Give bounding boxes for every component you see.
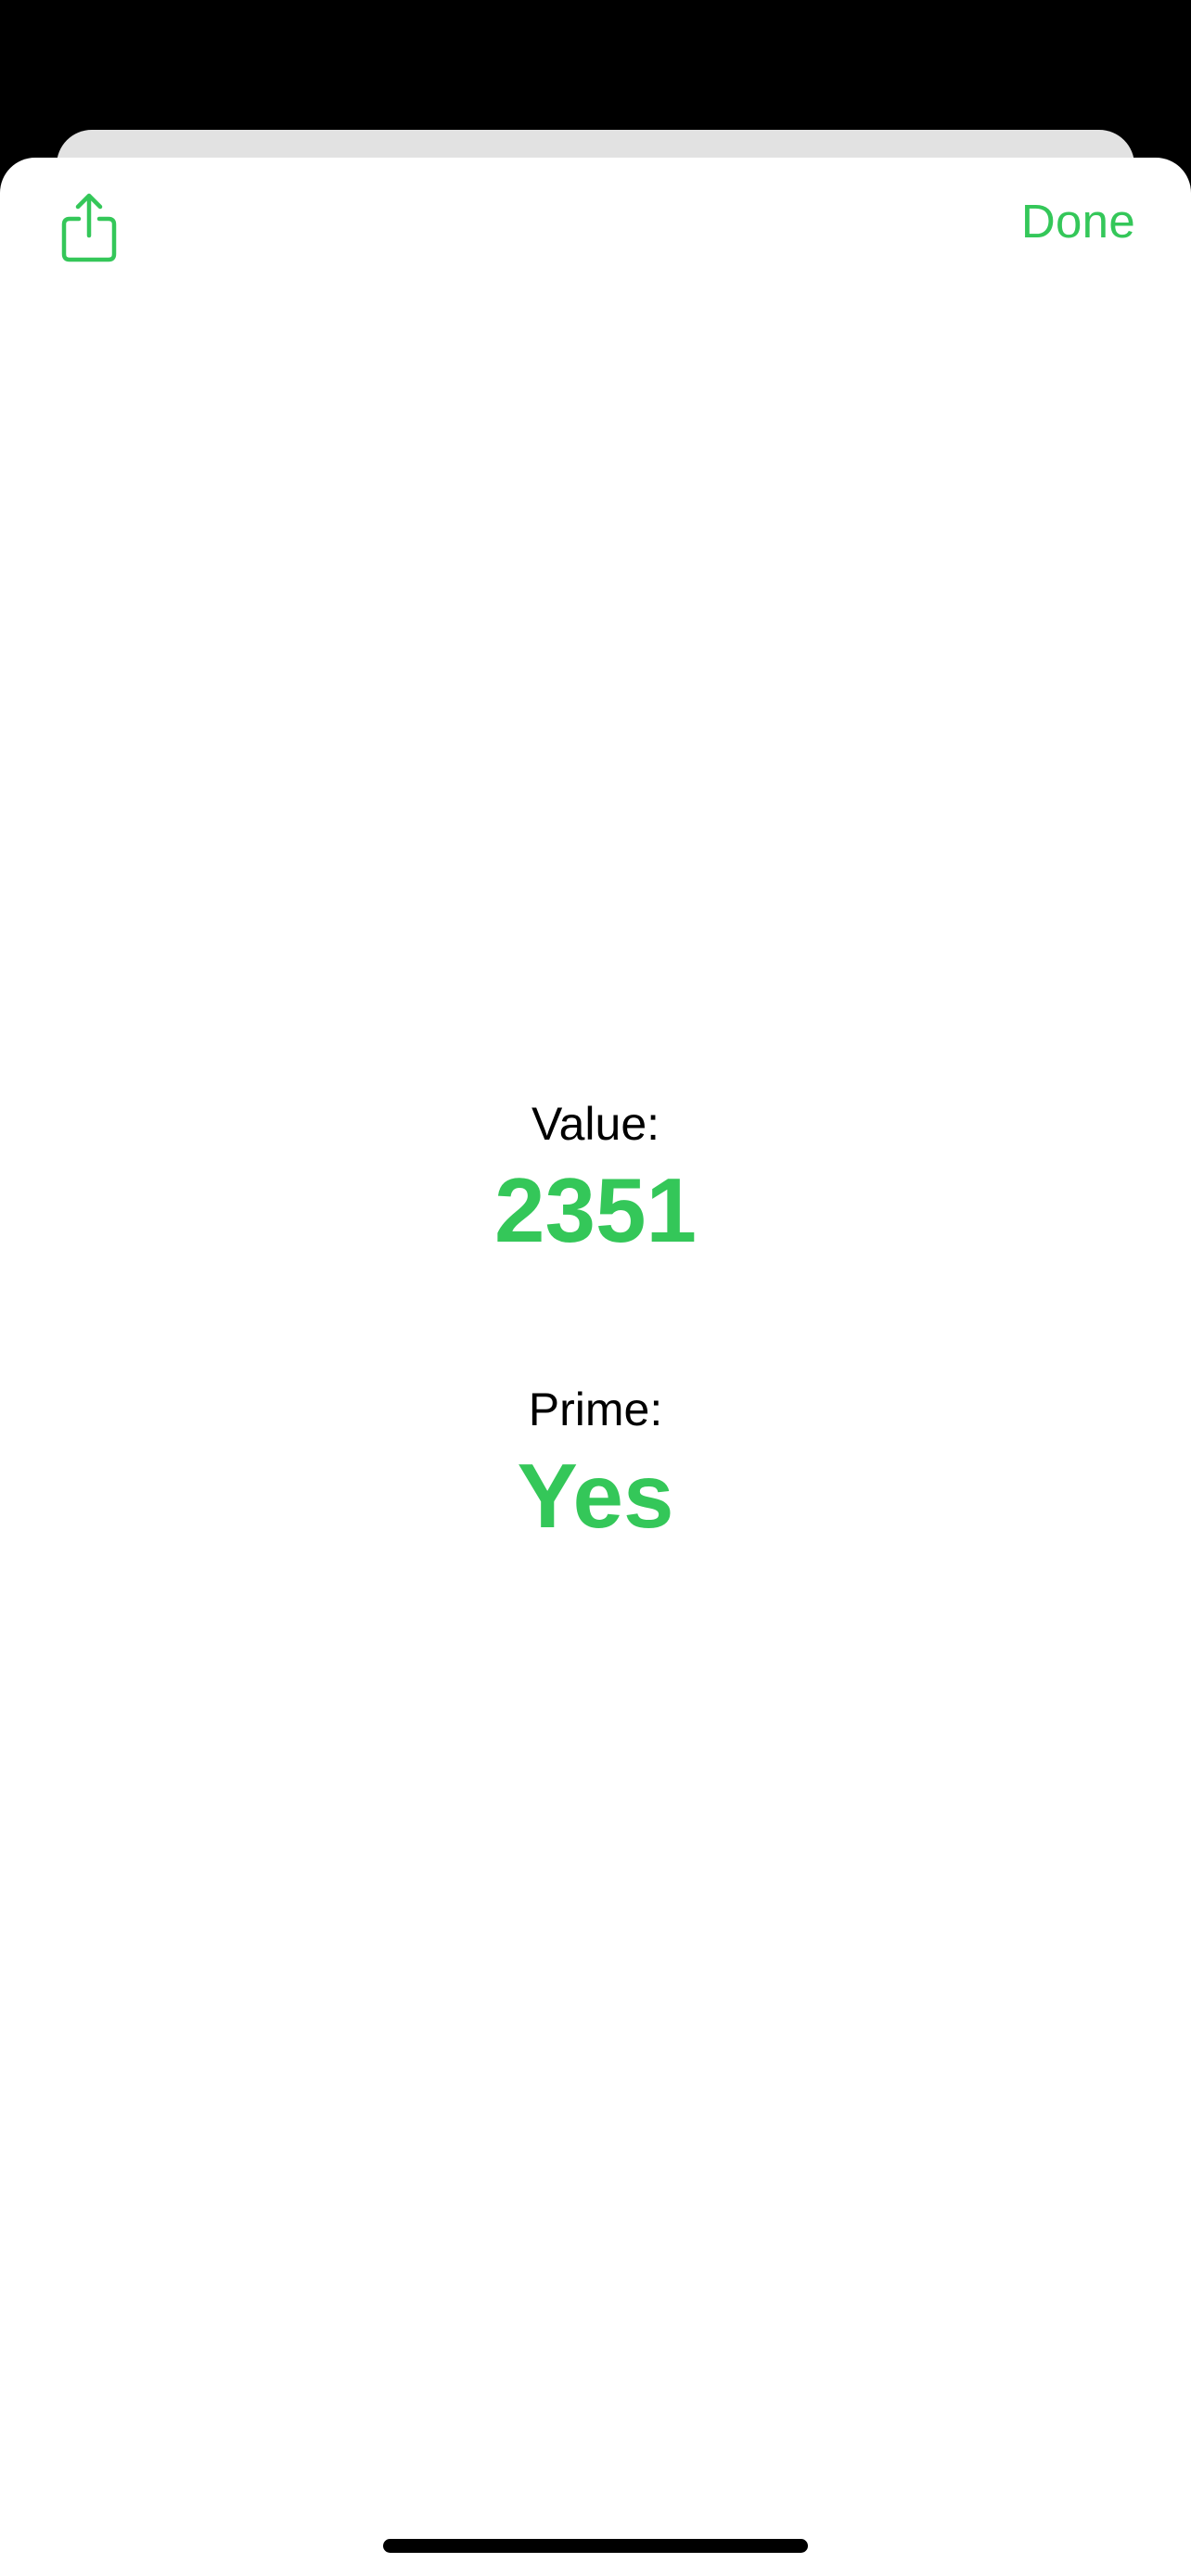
prime-result: Yes (517, 1445, 674, 1547)
done-button[interactable]: Done (1021, 191, 1135, 252)
prime-group: Prime: Yes (0, 1382, 1191, 1550)
value-number: 2351 (493, 1159, 697, 1261)
value-label: Value: (531, 1098, 660, 1150)
modal-sheet: Done Value: 2351 Prime: Yes (0, 158, 1191, 2576)
value-group: Value: 2351 (0, 1096, 1191, 1265)
prime-label: Prime: (528, 1384, 663, 1435)
share-button[interactable] (52, 182, 126, 274)
result-panel: Value: 2351 Prime: Yes (0, 1096, 1191, 1550)
home-indicator[interactable] (383, 2539, 808, 2553)
screen: Done Value: 2351 Prime: Yes (0, 0, 1191, 2576)
share-icon (60, 193, 118, 263)
